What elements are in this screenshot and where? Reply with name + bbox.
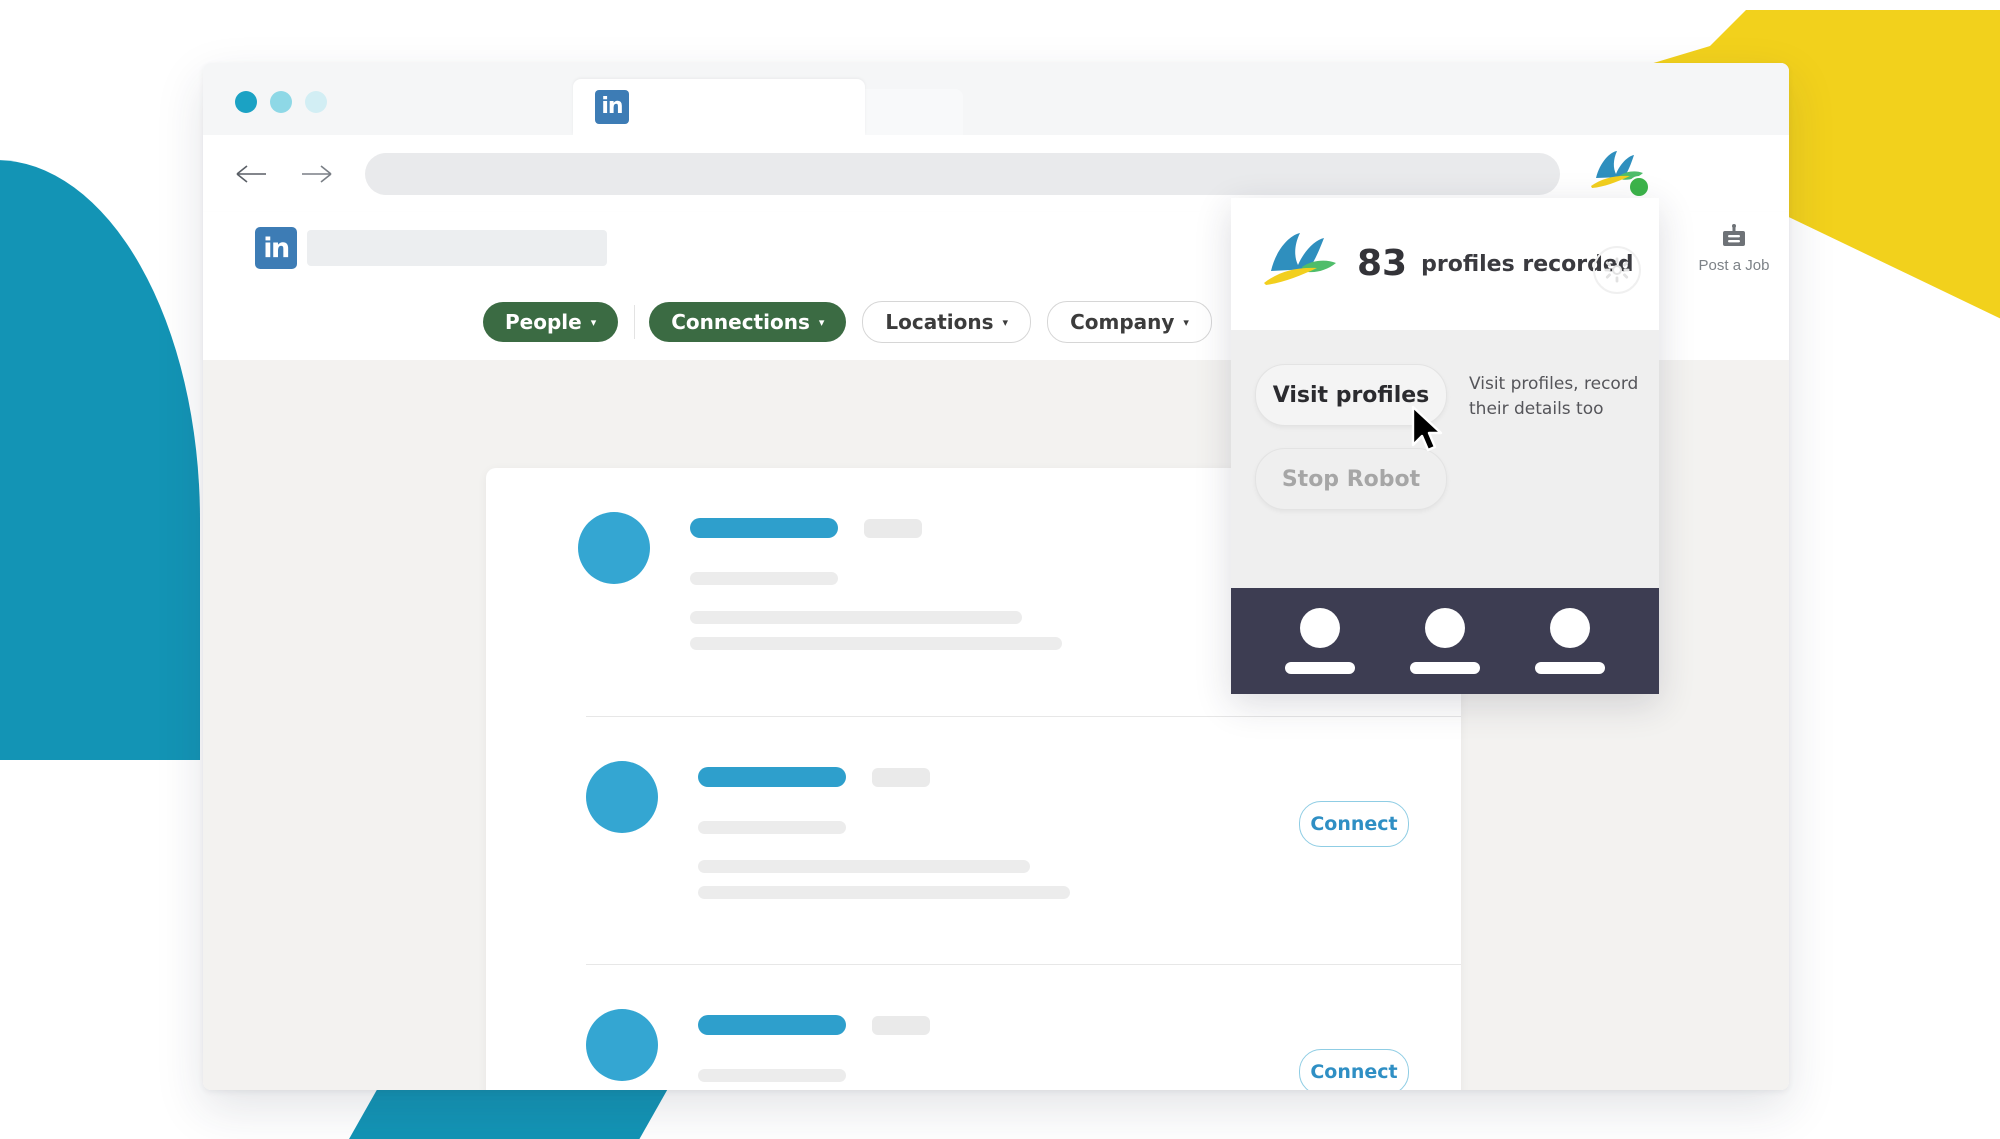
avatar: [586, 1009, 658, 1081]
connect-button[interactable]: Connect: [1299, 1049, 1409, 1090]
avatar: [586, 761, 658, 833]
table-row[interactable]: Connect: [586, 716, 1461, 964]
screenshot-stage: in in Post a Job People ▾ Connections ▾ …: [0, 0, 2000, 1139]
profile-placeholder: [1535, 608, 1606, 674]
back-button[interactable]: [227, 149, 277, 199]
close-dot[interactable]: [235, 91, 257, 113]
browser-titlebar: in: [203, 63, 1789, 135]
filter-locations[interactable]: Locations ▾: [862, 301, 1032, 343]
profile-placeholder-head: [1550, 608, 1591, 648]
minimize-dot[interactable]: [270, 91, 292, 113]
profile-placeholder: [1284, 608, 1355, 674]
status-badge: [872, 1015, 930, 1035]
filter-locations-label: Locations: [885, 310, 994, 334]
profile-placeholder-head: [1424, 608, 1465, 648]
mouse-cursor: [1410, 405, 1450, 459]
chevron-down-icon: ▾: [1183, 315, 1189, 329]
teal-bottom-shape: [340, 1085, 670, 1139]
teal-left-shape: [0, 160, 200, 760]
filter-company[interactable]: Company ▾: [1047, 301, 1212, 343]
bird-extension-icon[interactable]: [1586, 148, 1656, 200]
forward-button[interactable]: [291, 149, 341, 199]
linkedin-favicon: in: [595, 90, 629, 124]
filter-connections-label: Connections: [671, 310, 810, 334]
filter-separator: [634, 305, 636, 339]
result-line-3: [698, 886, 1070, 899]
result-line-2: [690, 611, 1022, 624]
chevron-down-icon: ▾: [590, 315, 597, 329]
linkedin-search-value: [307, 230, 308, 231]
result-name-placeholder: [690, 518, 838, 538]
maximize-dot[interactable]: [305, 91, 327, 113]
bird-logo: [1257, 229, 1343, 300]
result-line-1: [698, 821, 846, 834]
extension-panel-header: 83 profiles recorded: [1231, 198, 1659, 330]
action-button-column: Visit profiles Stop Robot: [1255, 364, 1447, 588]
visit-profiles-hint: Visit profiles, record their details too: [1469, 374, 1639, 419]
gear-icon[interactable]: [1593, 246, 1641, 294]
table-row[interactable]: Connect: [586, 964, 1461, 1090]
result-line-2: [698, 860, 1030, 873]
filter-people-label: People: [505, 310, 582, 334]
chevron-down-icon: ▾: [818, 315, 825, 329]
extension-panel-footer: [1231, 588, 1659, 694]
filter-connections[interactable]: Connections ▾: [649, 302, 847, 342]
extension-badge: [1628, 175, 1650, 198]
linkedin-logo[interactable]: in: [255, 227, 297, 269]
profile-placeholder: [1409, 608, 1480, 674]
profile-placeholder-bar: [1409, 662, 1480, 674]
address-bar[interactable]: [365, 152, 1560, 195]
status-badge: [872, 767, 930, 787]
result-line-1: [698, 1069, 846, 1082]
profile-placeholder-bar: [1284, 662, 1355, 674]
profiles-recorded-count: 83: [1357, 243, 1408, 284]
nav-item-post-a-job[interactable]: Post a Job: [1679, 222, 1789, 274]
browser-tab-linkedin[interactable]: in: [573, 79, 865, 135]
profile-placeholder-head: [1299, 608, 1340, 648]
result-line-3: [690, 637, 1062, 650]
nav-item-post-a-job-label: Post a Job: [1698, 257, 1770, 274]
filter-company-label: Company: [1070, 310, 1175, 334]
status-badge: [864, 518, 922, 538]
result-name-placeholder: [698, 1015, 846, 1035]
profile-placeholder-bar: [1535, 662, 1606, 674]
chevron-down-icon: ▾: [1002, 315, 1009, 329]
connect-button[interactable]: Connect: [1299, 801, 1409, 847]
briefcase-icon: [1719, 222, 1749, 254]
avatar: [578, 512, 650, 584]
traffic-lights: [203, 91, 327, 135]
address-input[interactable]: [365, 153, 366, 154]
result-name-placeholder: [698, 767, 846, 787]
result-line-1: [690, 572, 838, 585]
filter-people[interactable]: People ▾: [483, 302, 619, 342]
linkedin-search-input[interactable]: [307, 230, 607, 266]
